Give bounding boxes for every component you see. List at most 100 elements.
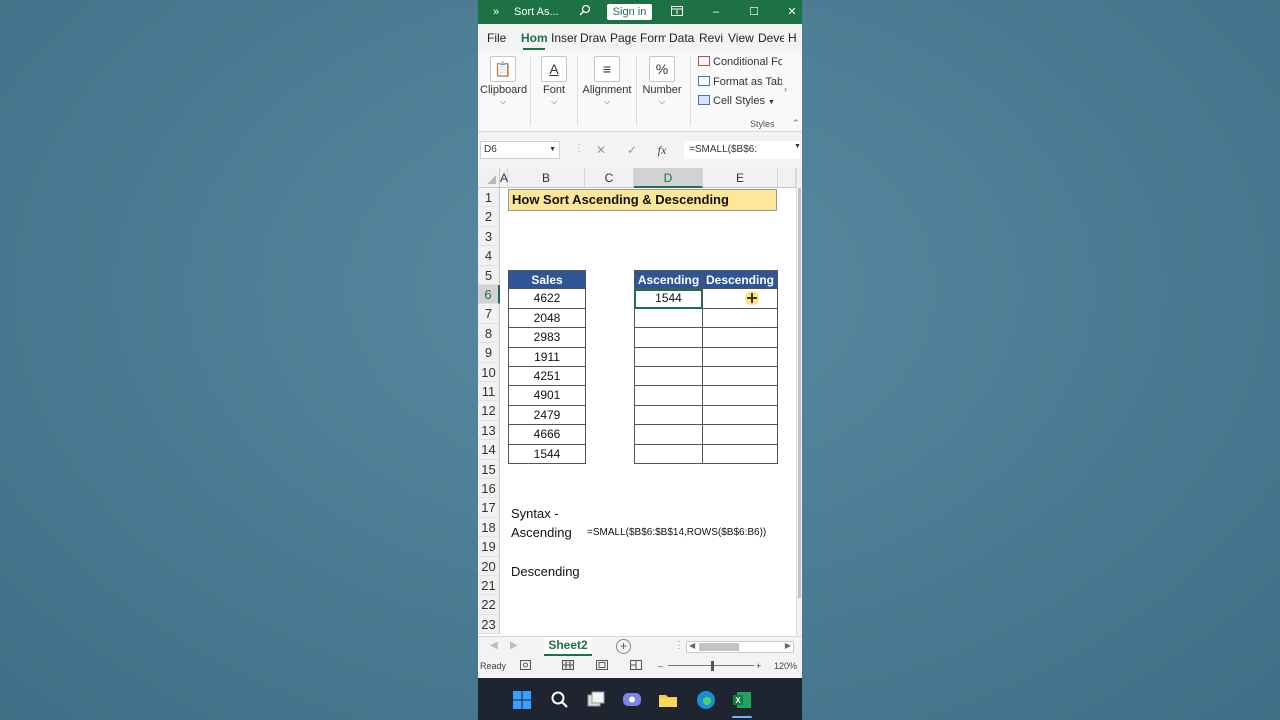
ribbon-scroll-right-icon[interactable]: ›	[784, 84, 787, 94]
tab-data[interactable]: Data	[669, 24, 695, 52]
windows-start-icon[interactable]	[512, 690, 532, 710]
tab-help[interactable]: H	[788, 24, 798, 52]
sign-in-button[interactable]: Sign in	[607, 4, 652, 20]
task-view-icon[interactable]	[586, 690, 606, 710]
add-sheet-button[interactable]: +	[616, 639, 631, 654]
format-as-table-button[interactable]: Format as Table	[698, 76, 782, 88]
worksheet-grid[interactable]: A B C D E 1 2 3 4 5 6 7 8 9 10 11 12 13 …	[478, 168, 802, 636]
descending-cell[interactable]	[702, 367, 778, 387]
column-header-a[interactable]: A	[500, 168, 508, 188]
minimize-button[interactable]: –	[706, 0, 726, 24]
row-header[interactable]: 13	[478, 420, 500, 441]
horizontal-scrollbar[interactable]: ◀ ▶	[686, 641, 794, 653]
sales-cell[interactable]: 2983	[508, 328, 586, 348]
sales-cell[interactable]: 4251	[508, 367, 586, 387]
sales-cell[interactable]: 4901	[508, 386, 586, 406]
page-layout-view-icon[interactable]	[596, 656, 608, 676]
scroll-left-icon[interactable]: ◀	[689, 641, 695, 650]
row-header[interactable]: 8	[478, 323, 500, 344]
vertical-scrollbar[interactable]	[796, 168, 802, 636]
page-break-view-icon[interactable]	[630, 656, 642, 676]
excel-app-icon[interactable]: X	[732, 690, 752, 710]
tab-split-handle-icon[interactable]: ⋮	[674, 640, 684, 651]
tab-review[interactable]: Revi	[699, 24, 723, 52]
row-header[interactable]: 7	[478, 304, 500, 324]
row-header[interactable]: 3	[478, 226, 500, 247]
zoom-out-button[interactable]: –	[658, 656, 663, 676]
next-sheet-icon[interactable]: ▶	[510, 640, 518, 651]
edge-browser-icon[interactable]	[696, 690, 716, 710]
tab-view[interactable]: View	[728, 24, 754, 52]
ascending-cell[interactable]	[634, 328, 703, 348]
normal-view-icon[interactable]	[562, 656, 574, 676]
scroll-right-icon[interactable]: ▶	[785, 641, 791, 650]
sales-cell[interactable]: 4622	[508, 289, 586, 309]
sales-header-cell[interactable]: Sales	[508, 270, 586, 290]
close-button[interactable]: ✕	[782, 0, 802, 24]
row-header[interactable]: 22	[478, 595, 500, 615]
row-header[interactable]: 5	[478, 265, 500, 285]
chat-icon[interactable]	[622, 690, 642, 710]
tab-developer[interactable]: Deve	[758, 24, 784, 52]
ascending-cell[interactable]	[634, 347, 703, 367]
row-header[interactable]: 15	[478, 459, 500, 479]
maximize-button[interactable]: ☐	[744, 0, 764, 24]
descending-header-cell[interactable]: Descending	[702, 270, 778, 290]
tab-formulas[interactable]: Form	[640, 24, 666, 52]
sales-cell[interactable]: 1544	[508, 444, 586, 464]
clipboard-group[interactable]: 📋 Clipboard ⌵	[480, 52, 527, 130]
tab-draw[interactable]: Draw	[580, 24, 606, 52]
ascending-header-cell[interactable]: Ascending	[634, 270, 703, 290]
tab-page-layout[interactable]: Page	[610, 24, 636, 52]
file-explorer-icon[interactable]	[658, 690, 678, 710]
column-header-c[interactable]: C	[585, 168, 634, 188]
accessibility-icon[interactable]	[520, 656, 531, 676]
row-header[interactable]: 18	[478, 517, 500, 538]
row-header[interactable]: 17	[478, 498, 500, 518]
row-header[interactable]: 12	[478, 401, 500, 421]
row-header[interactable]: 20	[478, 556, 500, 576]
row-header[interactable]: 14	[478, 440, 500, 460]
descending-cell[interactable]	[702, 405, 778, 426]
column-header-e[interactable]: E	[703, 168, 778, 188]
number-group[interactable]: % Number ⌵	[640, 52, 684, 130]
column-header-f[interactable]	[778, 168, 796, 188]
zoom-in-button[interactable]: +	[756, 656, 761, 676]
row-header[interactable]: 9	[478, 343, 500, 363]
cell-styles-button[interactable]: Cell Styles ▼	[698, 95, 782, 107]
scrollbar-thumb[interactable]	[699, 643, 739, 651]
row-header[interactable]: 1	[478, 188, 500, 208]
search-icon[interactable]	[550, 690, 570, 710]
column-header-d[interactable]: D	[634, 168, 703, 188]
sales-cell[interactable]: 2479	[508, 405, 586, 426]
ascending-cell[interactable]	[634, 367, 703, 387]
row-header[interactable]: 23	[478, 614, 500, 635]
scrollbar-thumb[interactable]	[798, 188, 801, 598]
row-header[interactable]: 16	[478, 479, 500, 499]
descending-cell[interactable]	[702, 347, 778, 367]
row-header[interactable]: 4	[478, 246, 500, 266]
descending-cell[interactable]	[702, 425, 778, 445]
cancel-icon[interactable]: ✕	[591, 141, 611, 159]
descending-cell[interactable]	[702, 289, 778, 309]
ascending-cell[interactable]	[634, 425, 703, 445]
insert-function-icon[interactable]: fx	[652, 141, 672, 159]
zoom-level[interactable]: 120%	[774, 656, 797, 676]
sales-cell[interactable]: 4666	[508, 425, 586, 445]
name-box[interactable]: D6 ▼	[480, 141, 560, 159]
sheet-title-cell[interactable]: How Sort Ascending & Descending	[508, 189, 777, 211]
select-all-button[interactable]	[478, 168, 500, 188]
conditional-formatting-button[interactable]: Conditional For	[698, 56, 782, 68]
descending-cell[interactable]	[702, 328, 778, 348]
column-header-b[interactable]: B	[508, 168, 585, 188]
sales-cell[interactable]: 2048	[508, 308, 586, 329]
row-header[interactable]: 10	[478, 362, 500, 382]
descending-cell[interactable]	[702, 386, 778, 406]
row-header[interactable]: 19	[478, 537, 500, 557]
row-header[interactable]: 2	[478, 207, 500, 227]
sheet-tab-sheet2[interactable]: Sheet2	[544, 637, 592, 656]
ascending-cell[interactable]	[634, 386, 703, 406]
prev-sheet-icon[interactable]: ◀	[490, 640, 498, 651]
descending-cell[interactable]	[702, 444, 778, 464]
tab-home[interactable]: Hom	[521, 24, 547, 52]
